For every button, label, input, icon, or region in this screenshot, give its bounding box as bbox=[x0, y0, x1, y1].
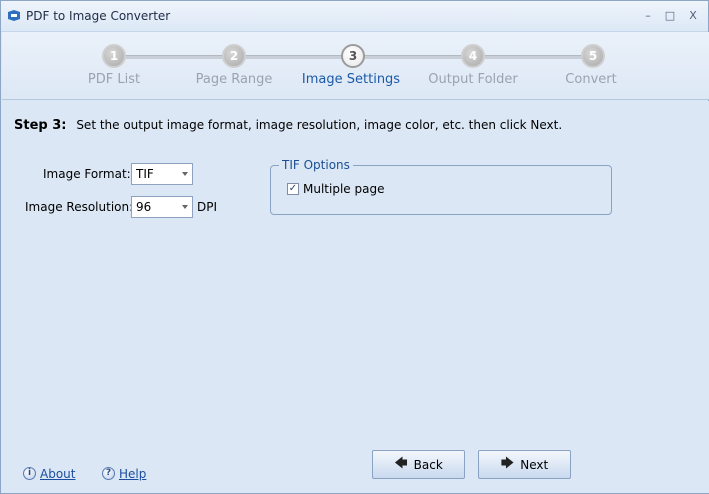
info-icon: i bbox=[23, 467, 36, 480]
multiple-page-checkbox[interactable]: ✓ bbox=[287, 183, 299, 195]
step-4-indicator: 4 bbox=[461, 44, 485, 68]
window-title: PDF to Image Converter bbox=[26, 9, 171, 23]
minimize-button[interactable]: – bbox=[641, 9, 655, 23]
step-4-label: Output Folder bbox=[428, 72, 518, 87]
next-button[interactable]: 🡆 Next bbox=[478, 450, 571, 479]
step-content: Step 3: Set the output image format, ima… bbox=[2, 101, 709, 493]
help-link[interactable]: Help bbox=[119, 467, 146, 481]
resolution-unit-label: DPI bbox=[197, 200, 218, 214]
chevron-down-icon bbox=[182, 172, 188, 176]
step-3-label: Image Settings bbox=[301, 72, 401, 87]
maximize-button[interactable]: □ bbox=[663, 9, 677, 23]
arrow-left-icon: 🡄 bbox=[394, 455, 408, 471]
step-heading: Step 3: bbox=[14, 118, 67, 133]
tif-options-group: TIF Options ✓ Multiple page bbox=[270, 158, 612, 215]
close-button[interactable]: X bbox=[686, 9, 700, 23]
arrow-right-icon: 🡆 bbox=[500, 455, 515, 471]
tif-options-title: TIF Options bbox=[279, 158, 353, 172]
step-5-label: Convert bbox=[565, 72, 617, 87]
chevron-down-icon bbox=[182, 205, 188, 209]
step-2-label: Page Range bbox=[195, 72, 273, 87]
app-window: PDF to Image Converter – □ X 1 PDF List … bbox=[0, 0, 709, 494]
help-icon: ? bbox=[102, 467, 115, 480]
image-format-select[interactable]: TIF bbox=[131, 163, 193, 185]
image-format-value: TIF bbox=[136, 167, 154, 181]
step-instructions: Step 3: Set the output image format, ima… bbox=[14, 118, 562, 133]
step-description: Set the output image format, image resol… bbox=[76, 118, 563, 132]
step-5-indicator: 5 bbox=[581, 44, 605, 68]
wizard-steps: 1 PDF List 2 Page Range 3 Image Settings… bbox=[2, 32, 709, 100]
image-format-label: Image Format: bbox=[43, 167, 131, 181]
image-resolution-label: Image Resolution: bbox=[25, 200, 134, 214]
back-button-label: Back bbox=[413, 457, 443, 472]
step-3-indicator: 3 bbox=[341, 44, 365, 68]
image-resolution-value: 96 bbox=[136, 200, 152, 214]
about-link[interactable]: About bbox=[40, 467, 75, 481]
step-1-indicator: 1 bbox=[102, 44, 126, 68]
step-2-indicator: 2 bbox=[222, 44, 246, 68]
next-button-label: Next bbox=[520, 457, 549, 472]
multiple-page-label[interactable]: Multiple page bbox=[303, 182, 384, 196]
step-1-label: PDF List bbox=[87, 72, 141, 87]
image-resolution-select[interactable]: 96 bbox=[131, 196, 193, 218]
title-bar[interactable]: PDF to Image Converter – □ X bbox=[1, 1, 708, 32]
back-button[interactable]: 🡄 Back bbox=[372, 450, 465, 479]
app-logo-icon bbox=[8, 10, 20, 21]
